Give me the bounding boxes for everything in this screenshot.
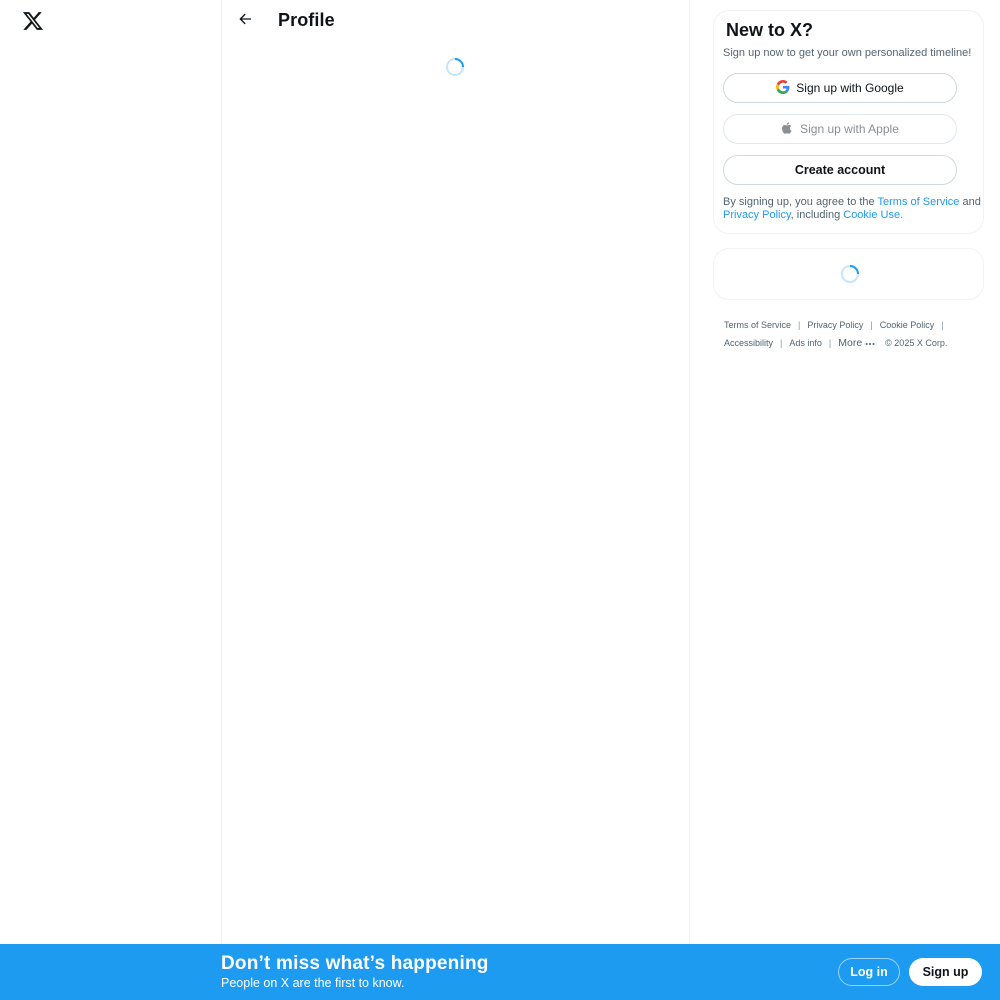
terms-link[interactable]: Terms of Service xyxy=(878,196,960,208)
signup-google-label: Sign up with Google xyxy=(796,81,904,95)
footer-separator: | xyxy=(798,320,801,330)
footer-separator: | xyxy=(780,338,783,348)
legal-text: By signing up, you agree to the Terms of… xyxy=(723,196,981,222)
bottom-signup-bar: Don’t miss what’s happening People on X … xyxy=(0,944,1000,1000)
right-sidebar: New to X? Sign up now to get your own pe… xyxy=(690,0,1000,944)
login-button[interactable]: Log in xyxy=(838,958,900,986)
card-title: New to X? xyxy=(726,20,814,40)
footer-separator: | xyxy=(828,338,832,348)
footer-privacy-link[interactable]: Privacy Policy xyxy=(807,316,863,334)
spinner-icon xyxy=(840,264,860,284)
cookie-use-link[interactable]: Cookie Use xyxy=(843,209,900,221)
legal-end: . xyxy=(900,209,904,221)
signup-google-button[interactable]: Sign up with Google xyxy=(723,73,957,103)
legal-and: and xyxy=(959,196,981,208)
spinner-icon xyxy=(445,57,465,77)
create-account-label: Create account xyxy=(794,163,886,177)
apple-icon xyxy=(781,121,794,138)
footer-separator: | xyxy=(941,320,944,330)
footer-links: Terms of Service | Privacy Policy | Cook… xyxy=(724,316,984,352)
footer-accessibility-link[interactable]: Accessibility xyxy=(724,334,773,352)
profile-header: Profile xyxy=(222,0,689,42)
ellipsis-icon xyxy=(865,334,875,352)
create-account-button[interactable]: Create account xyxy=(723,155,957,185)
trends-card xyxy=(713,248,984,300)
legal-including: , including xyxy=(790,209,844,221)
left-nav xyxy=(0,0,221,944)
footer-ads-link[interactable]: Ads info xyxy=(789,334,822,352)
legal-prefix: By signing up, you agree to the xyxy=(723,196,878,208)
bottom-bar-title: Don’t miss what’s happening xyxy=(221,953,489,974)
footer-more-label: More xyxy=(838,337,863,349)
card-subtitle: Sign up now to get your own personalized… xyxy=(723,47,972,59)
footer-separator: | xyxy=(870,320,873,330)
back-button[interactable] xyxy=(234,10,256,32)
footer-more-button[interactable]: More xyxy=(838,334,875,352)
footer-cookie-link[interactable]: Cookie Policy xyxy=(880,316,935,334)
page-title: Profile xyxy=(278,10,335,30)
signup-apple-label: Sign up with Apple xyxy=(800,122,899,136)
copyright: © 2025 X Corp. xyxy=(885,338,948,348)
signup-button[interactable]: Sign up xyxy=(909,958,982,986)
footer-terms-link[interactable]: Terms of Service xyxy=(724,316,791,334)
google-icon xyxy=(776,79,790,97)
signup-card: New to X? Sign up now to get your own pe… xyxy=(713,10,984,234)
x-logo-icon[interactable] xyxy=(22,10,44,32)
bottom-bar-subtitle: People on X are the first to know. xyxy=(221,976,405,990)
signup-apple-button[interactable]: Sign up with Apple xyxy=(723,114,957,144)
main-column: Profile xyxy=(222,0,689,944)
privacy-link[interactable]: Privacy Policy xyxy=(723,209,791,221)
arrow-left-icon xyxy=(237,11,253,32)
